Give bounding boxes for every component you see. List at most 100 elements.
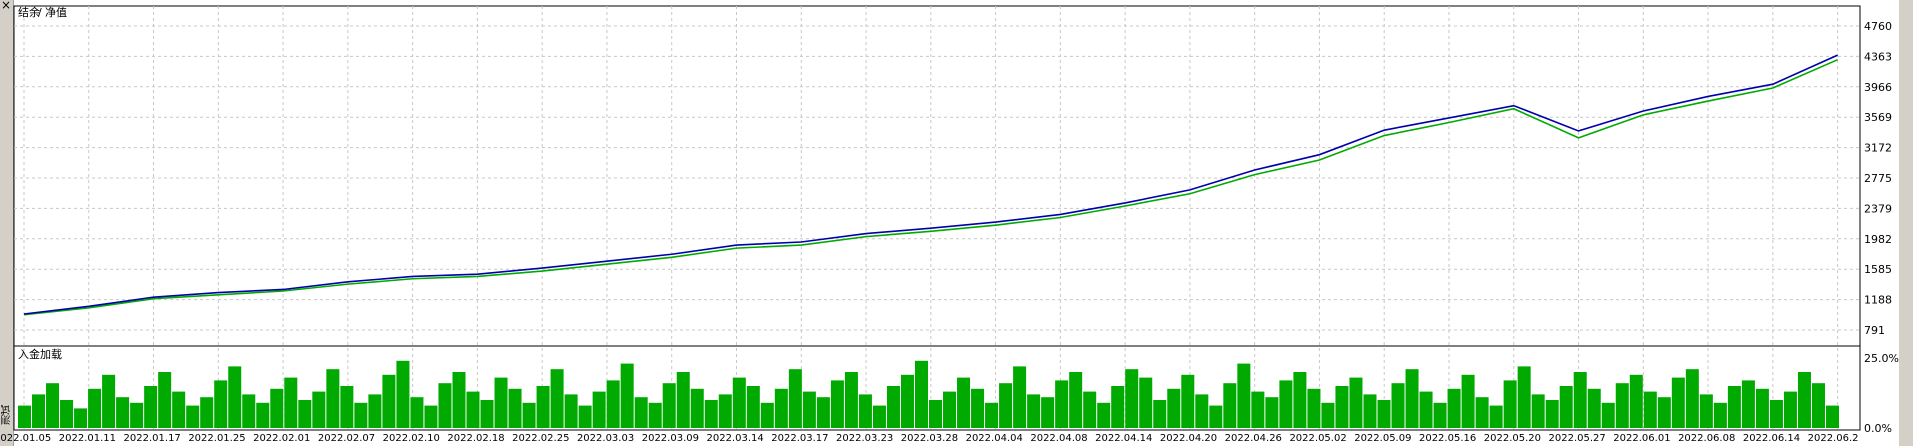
- load-bar: [522, 402, 536, 428]
- load-bar: [480, 400, 494, 428]
- y-tick-label: 1982: [1864, 233, 1892, 246]
- x-tick-label: 2022.05.27: [1549, 433, 1606, 444]
- load-bar: [1615, 383, 1629, 428]
- y-tick-label: 3966: [1864, 81, 1892, 94]
- load-bar: [284, 377, 298, 428]
- load-bar: [396, 360, 410, 428]
- load-bar: [46, 383, 60, 428]
- load-bar: [971, 388, 985, 428]
- x-tick-label: 2022.03.03: [577, 433, 634, 444]
- load-bar: [312, 391, 326, 428]
- load-bar: [816, 397, 830, 428]
- load-bar: [1601, 402, 1615, 428]
- y-tick-label: 1188: [1864, 294, 1892, 307]
- x-tick-label: 2022.01.17: [124, 433, 181, 444]
- load-bar: [662, 383, 676, 428]
- load-bar: [1517, 366, 1531, 428]
- load-bar: [830, 380, 844, 428]
- load-bar: [914, 360, 928, 428]
- load-bar: [1209, 405, 1223, 428]
- load-bar: [172, 391, 186, 428]
- legend-equity: 结余: [18, 5, 40, 19]
- x-tick-label: 2022.05.02: [1289, 433, 1346, 444]
- load-bar: [648, 402, 662, 428]
- load-bar: [270, 388, 284, 428]
- load-bar: [536, 386, 550, 428]
- load-bar: [1713, 402, 1727, 428]
- load-bar: [1811, 383, 1825, 428]
- load-bar: [1573, 372, 1587, 428]
- x-tick-label: 2022.02.07: [318, 433, 375, 444]
- load-bar: [508, 388, 522, 428]
- load-bar: [1363, 394, 1377, 428]
- load-bar: [1069, 372, 1083, 428]
- load-bar: [886, 386, 900, 428]
- load-bar: [1139, 377, 1153, 428]
- load-bar: [704, 400, 718, 428]
- load-bar: [1489, 405, 1503, 428]
- x-tick-label: 2022.05.20: [1484, 433, 1541, 444]
- load-bar: [438, 383, 452, 428]
- load-bar: [32, 394, 46, 428]
- load-bar: [340, 386, 354, 428]
- load-bar: [1391, 383, 1405, 428]
- load-bar: [200, 397, 214, 428]
- x-tick-label: 2022.04.14: [1095, 433, 1152, 444]
- load-bar: [1237, 363, 1251, 428]
- load-bar: [228, 366, 242, 428]
- x-tick-label: 2022.03.09: [642, 433, 699, 444]
- load-bar: [494, 377, 508, 428]
- load-bar: [1153, 400, 1167, 428]
- load-bar: [1461, 374, 1475, 428]
- load-bar: [1755, 388, 1769, 428]
- y-tick-label: 791: [1864, 324, 1885, 337]
- x-tick-label: 2022.05.16: [1419, 433, 1476, 444]
- load-bar: [1349, 377, 1363, 428]
- x-tick-label: 2022.03.28: [901, 433, 958, 444]
- load-bar: [1419, 391, 1433, 428]
- load-bar: [1685, 369, 1699, 428]
- load-bar: [564, 394, 578, 428]
- load-bar: [1797, 372, 1811, 428]
- load-bar: [1335, 386, 1349, 428]
- load-bar: [732, 377, 746, 428]
- load-bar: [1825, 405, 1839, 428]
- load-bar: [550, 369, 564, 428]
- load-bar: [1503, 380, 1517, 428]
- load-bar: [1629, 374, 1643, 428]
- load-bar: [1783, 391, 1797, 428]
- x-tick-label: 2022.04.20: [1160, 433, 1217, 444]
- load-bar: [1671, 377, 1685, 428]
- load-bar: [1531, 394, 1545, 428]
- load-bar: [760, 402, 774, 428]
- load-bar: [1181, 374, 1195, 428]
- load-bar: [158, 372, 172, 428]
- x-tick-label: 2022.01.25: [188, 433, 245, 444]
- load-bar: [592, 391, 606, 428]
- x-tick-label: 2022.02.25: [512, 433, 569, 444]
- load-bar: [1321, 402, 1335, 428]
- x-tick-label: 2022.01.11: [59, 433, 116, 444]
- load-bar: [929, 400, 943, 428]
- load-y-tick-label: 25.0%: [1864, 352, 1899, 365]
- x-axis-ticks: 2022.01.05 2022.01.11 2022.01.17 2022.01.25…: [0, 433, 1859, 444]
- chart-canvas: 结余 / 净值 入金加载 4760 4363 3966 3569 3172 2775 237…: [0, 5, 1899, 444]
- x-tick-label: 2022.02.18: [447, 433, 504, 444]
- x-tick-label: 2022.06.2: [1808, 433, 1859, 444]
- load-bar: [1055, 380, 1069, 428]
- load-bar: [326, 369, 340, 428]
- x-tick-label: 2022.02.01: [253, 433, 310, 444]
- load-bar: [957, 377, 971, 428]
- load-bar: [1167, 388, 1181, 428]
- x-tick-label: 2022.03.17: [771, 433, 828, 444]
- load-bar: [1293, 372, 1307, 428]
- load-bar: [1377, 400, 1391, 428]
- load-bar: [410, 397, 424, 428]
- load-y-tick-label: 0.0%: [1864, 422, 1892, 435]
- load-bar: [1769, 400, 1783, 428]
- load-bar: [1223, 383, 1237, 428]
- y-tick-label: 2775: [1864, 172, 1892, 185]
- load-bar: [718, 394, 732, 428]
- load-bar: [774, 388, 788, 428]
- load-bar: [18, 405, 32, 428]
